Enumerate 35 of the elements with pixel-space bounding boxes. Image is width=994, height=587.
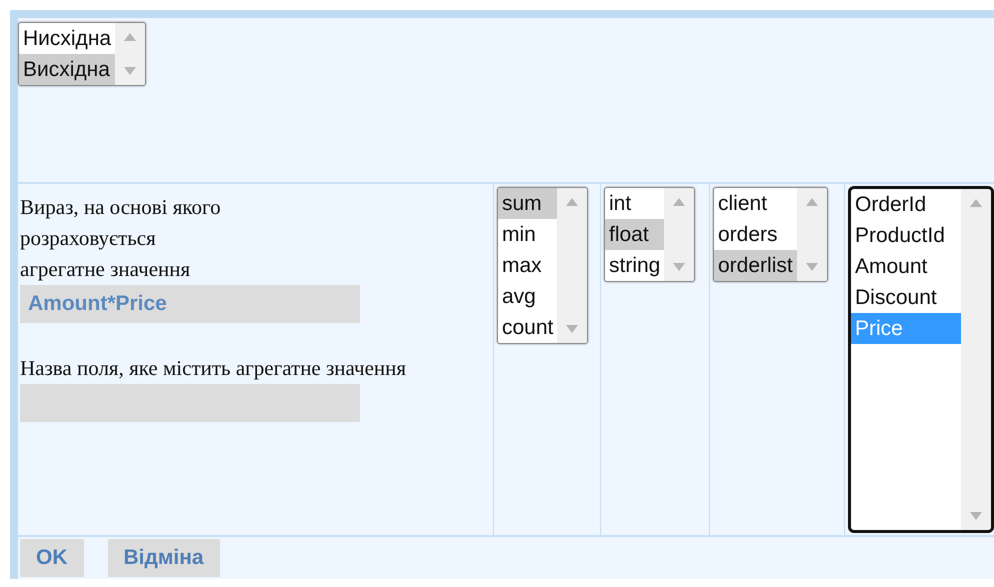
field-label: Назва поля, яке містить агрегатне значення <box>20 355 408 382</box>
list-option[interactable]: orderlist <box>714 250 797 282</box>
scroll-down-icon[interactable] <box>806 263 818 272</box>
scroll-up-icon[interactable] <box>673 198 686 206</box>
scroll-up-icon[interactable] <box>970 199 982 208</box>
list-option[interactable]: Amount <box>851 251 961 282</box>
scroll-down-icon[interactable] <box>673 263 686 272</box>
list-option[interactable]: ProductId <box>851 220 961 252</box>
scroll-up-icon[interactable] <box>566 198 578 206</box>
list-option[interactable]: int <box>605 188 664 220</box>
list-option[interactable]: orders <box>714 219 797 250</box>
list-box[interactable]: sum min max avg count <box>497 187 588 344</box>
list-option[interactable]: sum <box>498 188 558 220</box>
list-option[interactable]: Висхідна <box>19 54 116 85</box>
list-box[interactable]: OrderId ProductId Amount Discount Price <box>848 186 994 533</box>
scroll-up-icon[interactable] <box>806 198 818 206</box>
scroll-down-icon[interactable] <box>970 512 982 520</box>
list-option[interactable]: max <box>498 250 558 282</box>
list-option[interactable]: OrderId <box>851 189 961 220</box>
name-field[interactable] <box>20 384 360 422</box>
list-option[interactable]: min <box>498 219 558 250</box>
list-option[interactable]: client <box>714 188 797 220</box>
list-box[interactable]: int float string <box>604 187 696 282</box>
list-option[interactable]: Нисхідна <box>19 23 116 54</box>
field-label: Вираз, на основі якого розраховується агрегатне значення <box>20 194 222 284</box>
scroll-up-icon[interactable] <box>124 33 136 41</box>
list-box[interactable]: client orders orderlist <box>713 187 828 282</box>
scroll-down-icon[interactable] <box>566 325 578 334</box>
list-option[interactable]: count <box>498 312 558 344</box>
list-option[interactable]: Discount <box>851 282 961 314</box>
list-box[interactable]: Нисхідна Висхідна <box>18 22 146 86</box>
list-option[interactable]: string <box>605 250 664 282</box>
list-option[interactable]: float <box>605 219 664 250</box>
scroll-down-icon[interactable] <box>124 67 136 75</box>
list-option[interactable]: avg <box>498 281 558 312</box>
